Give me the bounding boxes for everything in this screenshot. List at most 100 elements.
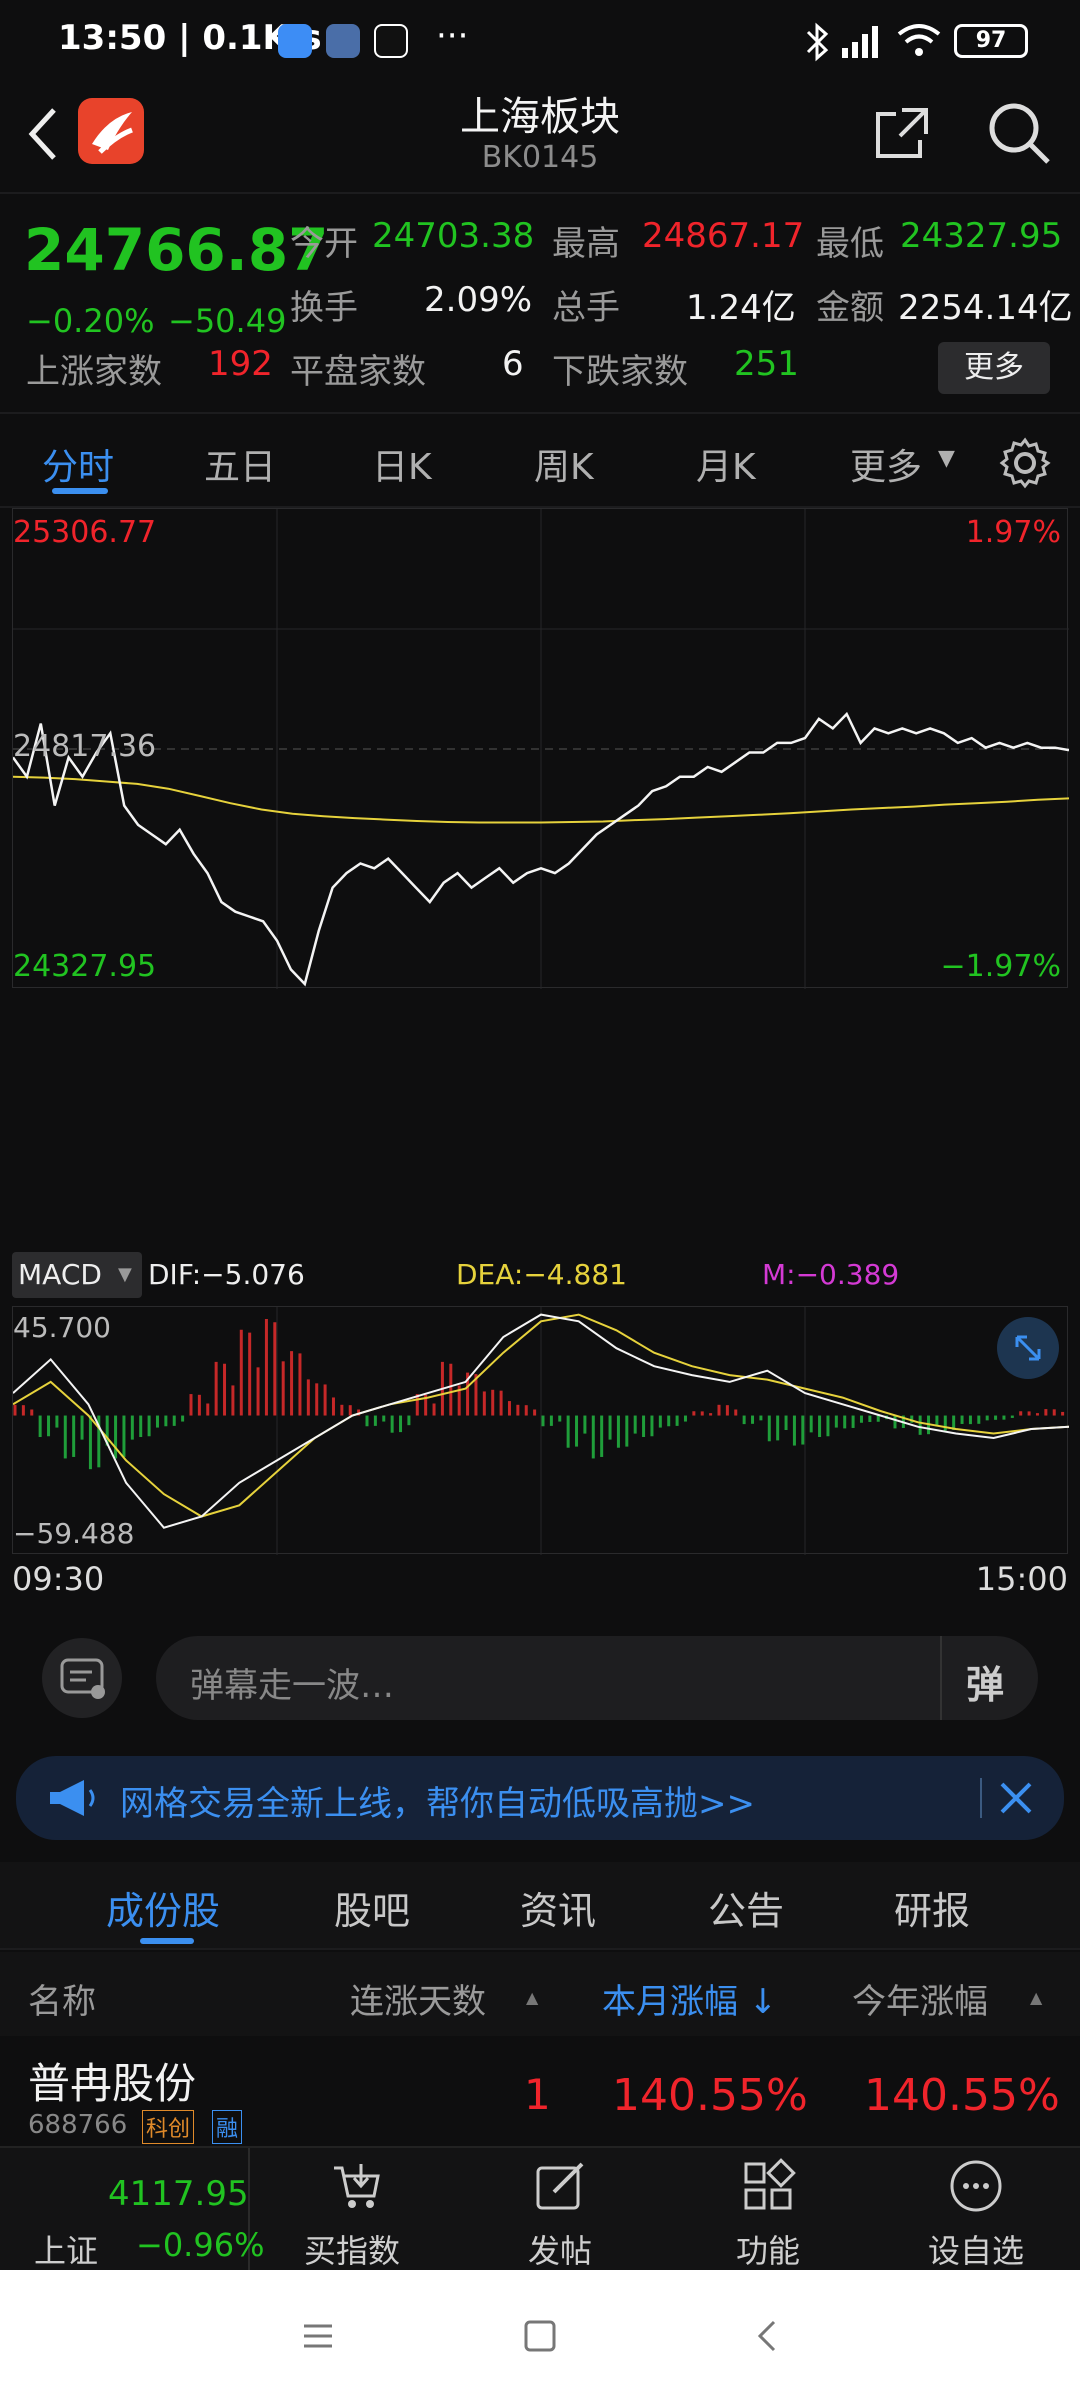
sort-icon: ▲ [526, 1988, 539, 2007]
danmu-bar: 弹幕走一波… 弹 [0, 1620, 1080, 1740]
quote-panel: 24766.87 −0.20% −50.49 今开 24703.38 最高 24… [0, 192, 1080, 414]
flat-count: 6 [502, 344, 524, 384]
menu-icon[interactable] [300, 2318, 336, 2354]
cart-icon [334, 2164, 380, 2208]
turnover-value: 2.09% [424, 280, 533, 320]
buy-index-label: 买指数 [303, 2232, 400, 2270]
volume-value: 1.24亿 [686, 288, 796, 328]
macd-chart[interactable]: 45.700 −59.488 [12, 1306, 1070, 1555]
col-month-change[interactable]: 本月涨幅 ↓ [602, 1974, 777, 2023]
consecutive-days: 1 [524, 2070, 551, 2119]
y-min-pct-label: −1.97% [940, 949, 1061, 984]
post-button[interactable]: 发帖 [460, 2148, 660, 2272]
tab-weekly-k[interactable]: 周K [534, 438, 594, 490]
danmu-input-placeholder: 弹幕走一波… [190, 1666, 394, 1706]
macd-header: MACD ▼ DIF:−5.076 DEA:−4.881 M:−0.389 [12, 1250, 1068, 1306]
bottom-toolbar: 4117.95 上证 −0.96% 买指数 发帖 功能 设自选 [0, 2146, 1080, 2272]
macd-selector[interactable]: MACD ▼ [12, 1252, 142, 1298]
list-tab-indicator [140, 1938, 194, 1944]
col-consecutive-days[interactable]: 连涨天数 [350, 1974, 486, 2023]
danmu-send-icon[interactable]: 弹 [966, 1654, 1004, 1709]
y-max-label: 25306.77 [13, 515, 157, 550]
star-market-badge: 科创 [142, 2110, 195, 2144]
tab-constituents[interactable]: 成份股 [106, 1880, 220, 1935]
more-circle-icon [950, 2160, 1002, 2212]
x-start-label: 09:30 [12, 1560, 105, 1598]
close-icon[interactable] [996, 1778, 1036, 1818]
amount-label: 金额 [816, 288, 884, 328]
month-change: 140.55% [612, 2070, 808, 2121]
tab-research[interactable]: 研报 [894, 1880, 970, 1935]
current-price: 24766.87 [24, 216, 329, 284]
back-nav-icon[interactable] [750, 2318, 786, 2354]
expand-chart-button[interactable] [997, 1317, 1059, 1379]
tab-news[interactable]: 资讯 [520, 1880, 596, 1935]
change-pct: −0.20% [26, 302, 155, 340]
banner-text: 网格交易全新上线，帮你自动低吸高抛>> [120, 1784, 755, 1824]
battery-icon: 97 [954, 24, 1028, 58]
app-notification-icon [278, 24, 312, 58]
index-change: −0.96% [136, 2226, 265, 2264]
post-label: 发帖 [527, 2232, 592, 2270]
nav-bar: 上海板块 BK0145 [0, 84, 1080, 192]
search-icon[interactable] [984, 98, 1054, 168]
up-count-label: 上涨家数 [26, 352, 162, 392]
down-count: 251 [734, 344, 799, 384]
status-bar: 13:50 | 0.1K/s ··· 97 [0, 0, 1080, 84]
tab-more[interactable]: 更多 [850, 438, 922, 490]
y-min-label: 24327.95 [13, 949, 157, 984]
add-watchlist-label: 设自选 [927, 2232, 1024, 2270]
macd-canvas [12, 1307, 1070, 1555]
danmu-toggle-button[interactable] [42, 1638, 122, 1718]
macd-dif: DIF:−5.076 [148, 1258, 305, 1291]
share-icon[interactable] [872, 102, 932, 162]
banner-divider [980, 1778, 982, 1818]
y-mid-label: 24817.36 [13, 729, 157, 764]
col-name: 名称 [28, 1982, 96, 2022]
index-ticker[interactable]: 4117.95 上证 −0.96% [0, 2148, 264, 2272]
home-icon[interactable] [522, 2318, 558, 2354]
stock-code: 688766 [28, 2110, 128, 2140]
tab-monthly-k[interactable]: 月K [696, 438, 756, 490]
macd-selector-label: MACD [18, 1258, 102, 1291]
add-watchlist-button[interactable]: 设自选 [876, 2148, 1076, 2272]
macd-m: M:−0.389 [762, 1258, 900, 1291]
low-value: 24327.95 [900, 216, 1063, 256]
open-value: 24703.38 [372, 216, 535, 256]
index-name: 上证 [34, 2232, 99, 2270]
tab-intraday[interactable]: 分时 [42, 438, 114, 490]
functions-button[interactable]: 功能 [668, 2148, 868, 2272]
tab-announcements[interactable]: 公告 [708, 1880, 784, 1935]
change-abs: −50.49 [168, 302, 287, 340]
stock-name: 普冉股份 [28, 2059, 197, 2108]
amount-value: 2254.14亿 [898, 288, 1073, 328]
intraday-chart[interactable]: 25306.77 1.97% 24817.36 24327.95 −1.97% [11, 508, 1070, 989]
grid-icon [744, 2158, 796, 2210]
tab-daily-k[interactable]: 日K [372, 438, 432, 490]
col-year-change[interactable]: 今年涨幅 [852, 1974, 988, 2023]
more-quote-button[interactable]: 更多 [938, 342, 1050, 394]
macd-dea: DEA:−4.881 [456, 1258, 627, 1291]
table-row[interactable]: 普冉股份 688766 科创 融 1 140.55% 140.55% [0, 2036, 1080, 2146]
promo-banner[interactable]: 网格交易全新上线，帮你自动低吸高抛>> [16, 1756, 1064, 1840]
buy-index-button[interactable]: 买指数 [252, 2148, 452, 2272]
chart-tabs: 分时 五日 日K 周K 月K 更多 ▼ [0, 414, 1080, 508]
danmu-list-icon [60, 1658, 105, 1699]
tab-forum[interactable]: 股吧 [334, 1880, 410, 1935]
volume-label: 总手 [552, 288, 620, 328]
functions-label: 功能 [735, 2232, 800, 2270]
turnover-label: 换手 [290, 288, 358, 328]
settings-gear-icon[interactable] [998, 436, 1052, 490]
macd-dropdown-icon: ▼ [118, 1264, 132, 1285]
tab-five-day[interactable]: 五日 [204, 438, 276, 490]
year-change: 140.55% [864, 2070, 1060, 2121]
high-value: 24867.17 [642, 216, 805, 256]
megaphone-icon [50, 1780, 95, 1816]
edit-icon [536, 2162, 584, 2210]
danmu-input[interactable]: 弹幕走一波… 弹 [156, 1636, 1038, 1720]
danmu-divider [940, 1636, 942, 1720]
dropdown-arrow-icon: ▼ [938, 446, 955, 471]
margin-badge: 融 [212, 2110, 243, 2144]
signal-icon [842, 26, 878, 58]
high-label: 最高 [552, 224, 620, 264]
